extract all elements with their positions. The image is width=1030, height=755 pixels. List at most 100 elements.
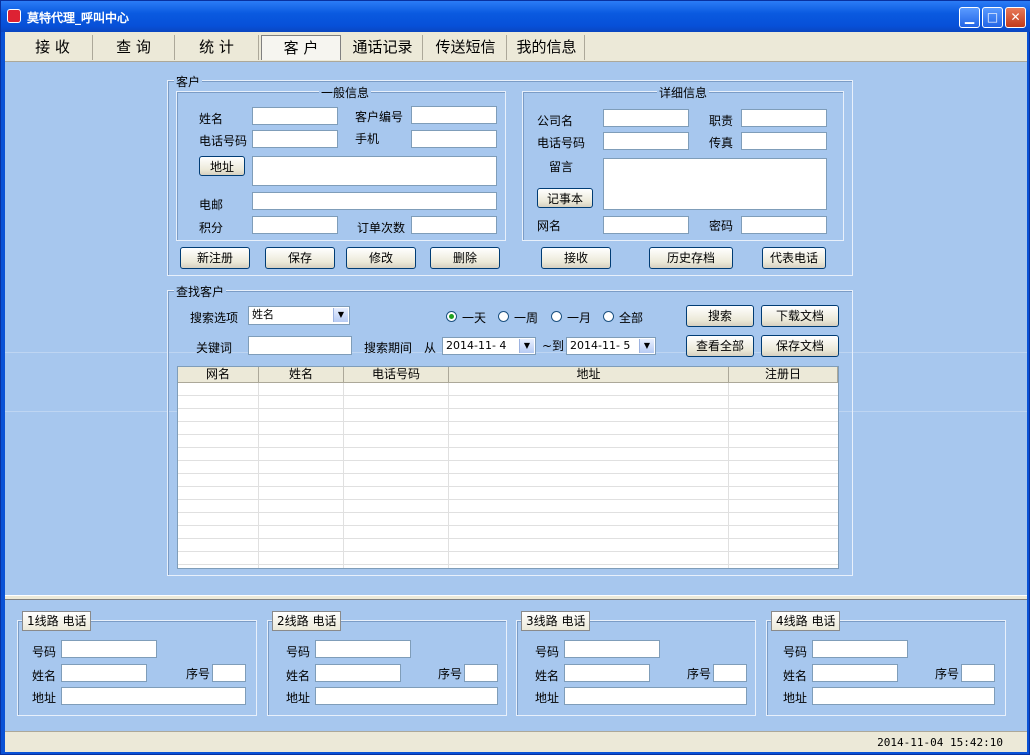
line-3-address-field[interactable]: [564, 687, 747, 705]
customer-table[interactable]: 网名 姓名 电话号码 地址 注册日: [177, 366, 839, 569]
modify-button[interactable]: 修改: [346, 247, 416, 269]
line-3-name-label: 姓名: [535, 669, 560, 683]
table-row[interactable]: [178, 461, 838, 474]
table-row[interactable]: [178, 448, 838, 461]
radio-one-week[interactable]: [498, 311, 509, 322]
line-2-group: 2线路 电话 号码 姓名 序号 地址: [267, 611, 507, 716]
maximize-button[interactable]: □: [982, 7, 1003, 28]
search-button[interactable]: 搜索: [686, 305, 754, 327]
new-register-button[interactable]: 新注册: [180, 247, 250, 269]
radio-one-month-label: 一月: [567, 311, 592, 325]
phone-field[interactable]: [252, 130, 338, 148]
customer-code-field[interactable]: [411, 106, 497, 124]
table-row[interactable]: [178, 552, 838, 565]
table-row[interactable]: [178, 435, 838, 448]
name-field[interactable]: [252, 107, 338, 125]
column-header-address[interactable]: 地址: [449, 367, 729, 383]
line-3-name-field[interactable]: [564, 664, 650, 682]
general-info-title: 一般信息: [319, 84, 372, 101]
column-header-register-date[interactable]: 注册日: [729, 367, 838, 383]
address-field[interactable]: [252, 156, 497, 186]
line-1-address-field[interactable]: [61, 687, 246, 705]
radio-all[interactable]: [603, 311, 614, 322]
line-1-name-field[interactable]: [61, 664, 147, 682]
password-label: 密码: [709, 219, 734, 233]
date-to-picker[interactable]: 2014-11- 5 ▼: [566, 337, 656, 355]
memo-label: 留言: [549, 160, 574, 174]
mobile-field[interactable]: [411, 130, 497, 148]
tab-customer[interactable]: 客 户: [261, 35, 341, 60]
line-3-number-field[interactable]: [564, 640, 660, 658]
title-bar: 莫特代理_呼叫中心 ▁ □ ✕: [1, 1, 1030, 32]
radio-one-week-label: 一周: [514, 311, 539, 325]
table-row[interactable]: [178, 409, 838, 422]
view-all-button[interactable]: 查看全部: [686, 335, 754, 357]
close-button[interactable]: ✕: [1005, 7, 1026, 28]
minimize-button[interactable]: ▁: [959, 7, 980, 28]
line-4-name-field[interactable]: [812, 664, 898, 682]
table-row[interactable]: [178, 487, 838, 500]
keyword-input[interactable]: [248, 336, 352, 355]
radio-one-day-label: 一天: [462, 311, 487, 325]
table-row[interactable]: [178, 500, 838, 513]
line-1-seq-field[interactable]: [212, 664, 246, 682]
order-count-field[interactable]: [411, 216, 497, 234]
line-4-address-field[interactable]: [812, 687, 995, 705]
save-doc-button[interactable]: 保存文档: [761, 335, 839, 357]
tab-statistics[interactable]: 统 计: [175, 35, 259, 60]
line-2-number-field[interactable]: [315, 640, 411, 658]
tab-call-records[interactable]: 通话记录: [343, 35, 423, 60]
column-header-phone[interactable]: 电话号码: [344, 367, 449, 383]
password-field[interactable]: [741, 216, 827, 234]
netname-label: 网名: [537, 219, 562, 233]
line-2-name-field[interactable]: [315, 664, 401, 682]
memo-field[interactable]: [603, 158, 827, 210]
tab-send-sms[interactable]: 传送短信: [425, 35, 507, 60]
table-row[interactable]: [178, 396, 838, 409]
line-2-address-field[interactable]: [315, 687, 498, 705]
radio-one-month[interactable]: [551, 311, 562, 322]
search-option-select[interactable]: 姓名 ▼: [248, 306, 350, 325]
save-button[interactable]: 保存: [265, 247, 335, 269]
duty-field[interactable]: [741, 109, 827, 127]
points-field[interactable]: [252, 216, 338, 234]
notebook-button[interactable]: 记事本: [537, 188, 593, 208]
date-to-value: 2014-11- 5: [570, 339, 631, 352]
line-4-number-label: 号码: [783, 645, 808, 659]
tab-query[interactable]: 查 询: [93, 35, 175, 60]
tab-receive[interactable]: 接 收: [13, 35, 93, 60]
delete-button[interactable]: 删除: [430, 247, 500, 269]
line-1-number-field[interactable]: [61, 640, 157, 658]
table-row[interactable]: [178, 526, 838, 539]
search-option-label: 搜索选项: [190, 311, 239, 325]
email-field[interactable]: [252, 192, 497, 210]
company-field[interactable]: [603, 109, 689, 127]
netname-field[interactable]: [603, 216, 689, 234]
line-4-number-field[interactable]: [812, 640, 908, 658]
address-button[interactable]: 地址: [199, 156, 245, 176]
representative-phone-button[interactable]: 代表电话: [762, 247, 826, 269]
column-header-netname[interactable]: 网名: [178, 367, 259, 383]
table-row[interactable]: [178, 474, 838, 487]
tab-my-info[interactable]: 我的信息: [509, 35, 585, 60]
line-3-seq-field[interactable]: [713, 664, 747, 682]
detail-phone-field[interactable]: [603, 132, 689, 150]
download-doc-button[interactable]: 下载文档: [761, 305, 839, 327]
date-from-picker[interactable]: 2014-11- 4 ▼: [442, 337, 536, 355]
email-label: 电邮: [199, 198, 224, 212]
line-4-seq-field[interactable]: [961, 664, 995, 682]
column-header-name[interactable]: 姓名: [259, 367, 344, 383]
table-row[interactable]: [178, 513, 838, 526]
line-1-number-label: 号码: [32, 645, 57, 659]
table-row[interactable]: [178, 383, 838, 396]
table-row[interactable]: [178, 422, 838, 435]
table-row[interactable]: [178, 539, 838, 552]
detail-info-title: 详细信息: [657, 84, 710, 101]
line-2-address-label: 地址: [286, 691, 311, 705]
duty-label: 职责: [709, 114, 734, 128]
receive-button[interactable]: 接收: [541, 247, 611, 269]
fax-field[interactable]: [741, 132, 827, 150]
history-archive-button[interactable]: 历史存档: [649, 247, 733, 269]
line-2-seq-field[interactable]: [464, 664, 498, 682]
radio-one-day[interactable]: [446, 311, 457, 322]
